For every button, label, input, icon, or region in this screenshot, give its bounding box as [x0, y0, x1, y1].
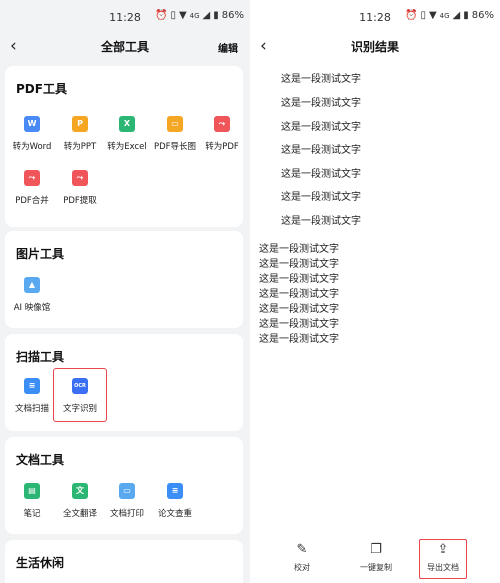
export-highlight-box: [419, 539, 467, 579]
translate-icon: 文: [72, 483, 88, 499]
tool-to-pdf[interactable]: ⤳ 转为PDF: [197, 116, 247, 152]
tool-doc-scan[interactable]: ≡ 文档扫描: [7, 378, 57, 414]
section-title: 图片工具: [16, 247, 65, 261]
tool-pdf-long-image[interactable]: ▭ PDF导长图: [150, 116, 200, 152]
paper-check-icon: ≡: [167, 483, 183, 499]
result-line: 这是一段测试文字: [259, 304, 339, 315]
proofread-button[interactable]: ✎ 校对: [272, 543, 332, 573]
alarm-icon: ⏰: [404, 10, 418, 21]
vibrate-icon: ▯: [170, 10, 176, 21]
ocr-highlight-box: [53, 368, 107, 422]
tool-to-excel[interactable]: X 转为Excel: [102, 116, 152, 152]
status-bar: 11:28 ⏰ ▯ ▼ 4G ◢ ▮ 86%: [0, 0, 250, 34]
tool-pdf-extract[interactable]: ⤳ PDF提取: [55, 170, 105, 206]
section-doc-tools: 文档工具 ▤ 笔记 文 全文翻译 ▭ 文档打印 ≡ 论文查重: [5, 437, 243, 534]
result-line: 这是一段测试文字: [281, 145, 361, 156]
network-label: 4G: [439, 11, 450, 20]
network-label: 4G: [189, 11, 200, 20]
section-title: 文档工具: [16, 453, 65, 467]
tool-note[interactable]: ▤ 笔记: [7, 483, 57, 519]
result-line: 这是一段测试文字: [259, 289, 339, 300]
section-title: PDF工具: [16, 82, 67, 96]
word-icon: W: [24, 116, 40, 132]
result-line: 这是一段测试文字: [259, 259, 339, 270]
edit-button[interactable]: 编辑: [218, 40, 238, 55]
battery-icon: ▮: [213, 10, 219, 21]
section-title: 扫描工具: [16, 350, 65, 364]
section-image-tools: 图片工具 ▲ AI 映像馆: [5, 231, 243, 328]
pdf-icon: ⤳: [214, 116, 230, 132]
signal-icon: ◢: [452, 10, 461, 21]
tool-paper-check[interactable]: ≡ 论文查重: [150, 483, 200, 519]
proofread-icon: ✎: [296, 542, 308, 557]
result-line: 这是一段测试文字: [281, 98, 361, 109]
ppt-icon: P: [72, 116, 88, 132]
all-tools-screen: 11:28 ⏰ ▯ ▼ 4G ◢ ▮ 86% ‹ 全部工具 编辑 PDF工具 W…: [0, 0, 250, 583]
section-pdf-tools: PDF工具 W 转为Word P 转为PPT X 转为Excel ▭ PDF导长…: [5, 66, 243, 227]
pdf-extract-icon: ⤳: [72, 170, 88, 186]
excel-icon: X: [119, 116, 135, 132]
result-line: 这是一段测试文字: [259, 334, 339, 345]
tool-to-word[interactable]: W 转为Word: [7, 116, 57, 152]
status-bar: 11:28 ⏰ ▯ ▼ 4G ◢ ▮ 86%: [250, 0, 500, 34]
battery-level: 86%: [471, 10, 494, 21]
result-line: 这是一段测试文字: [281, 122, 361, 133]
result-line: 这是一段测试文字: [281, 74, 361, 85]
note-icon: ▤: [24, 483, 40, 499]
ai-image-icon: ▲: [24, 277, 40, 293]
result-line: 这是一段测试文字: [259, 319, 339, 330]
section-title: 生活休闲: [16, 556, 65, 570]
wifi-icon: ▼: [428, 10, 437, 21]
header: ‹ 全部工具 编辑: [0, 34, 250, 60]
result-line: 这是一段测试文字: [281, 192, 361, 203]
print-icon: ▭: [119, 483, 135, 499]
result-line: 这是一段测试文字: [281, 216, 361, 227]
battery-level: 86%: [221, 10, 244, 21]
header: ‹ 识别结果: [250, 34, 500, 60]
section-leisure: 生活休闲: [5, 540, 243, 583]
page-title: 识别结果: [350, 40, 399, 54]
alarm-icon: ⏰: [154, 10, 168, 21]
ocr-result-screen: 11:28 ⏰ ▯ ▼ 4G ◢ ▮ 86% ‹ 识别结果 这是一段测试文字 这…: [250, 0, 500, 583]
result-line: 这是一段测试文字: [281, 169, 361, 180]
wifi-icon: ▼: [178, 10, 187, 21]
tool-to-ppt[interactable]: P 转为PPT: [55, 116, 105, 152]
result-line: 这是一段测试文字: [259, 274, 339, 285]
battery-icon: ▮: [463, 10, 469, 21]
copy-icon: ❐: [370, 542, 382, 557]
vibrate-icon: ▯: [420, 10, 426, 21]
copy-all-button[interactable]: ❐ 一键复制: [346, 543, 406, 573]
section-scan-tools: 扫描工具 ≡ 文档扫描 OCR 文字识别: [5, 334, 243, 431]
tool-translate[interactable]: 文 全文翻译: [55, 483, 105, 519]
tool-print[interactable]: ▭ 文档打印: [102, 483, 152, 519]
signal-icon: ◢: [202, 10, 211, 21]
tool-ai-image[interactable]: ▲ AI 映像馆: [7, 277, 57, 313]
pdf-merge-icon: ⤳: [24, 170, 40, 186]
result-line: 这是一段测试文字: [259, 244, 339, 255]
long-image-icon: ▭: [167, 116, 183, 132]
doc-scan-icon: ≡: [24, 378, 40, 394]
page-title: 全部工具: [100, 40, 149, 54]
tool-pdf-merge[interactable]: ⤳ PDF合并: [7, 170, 57, 206]
